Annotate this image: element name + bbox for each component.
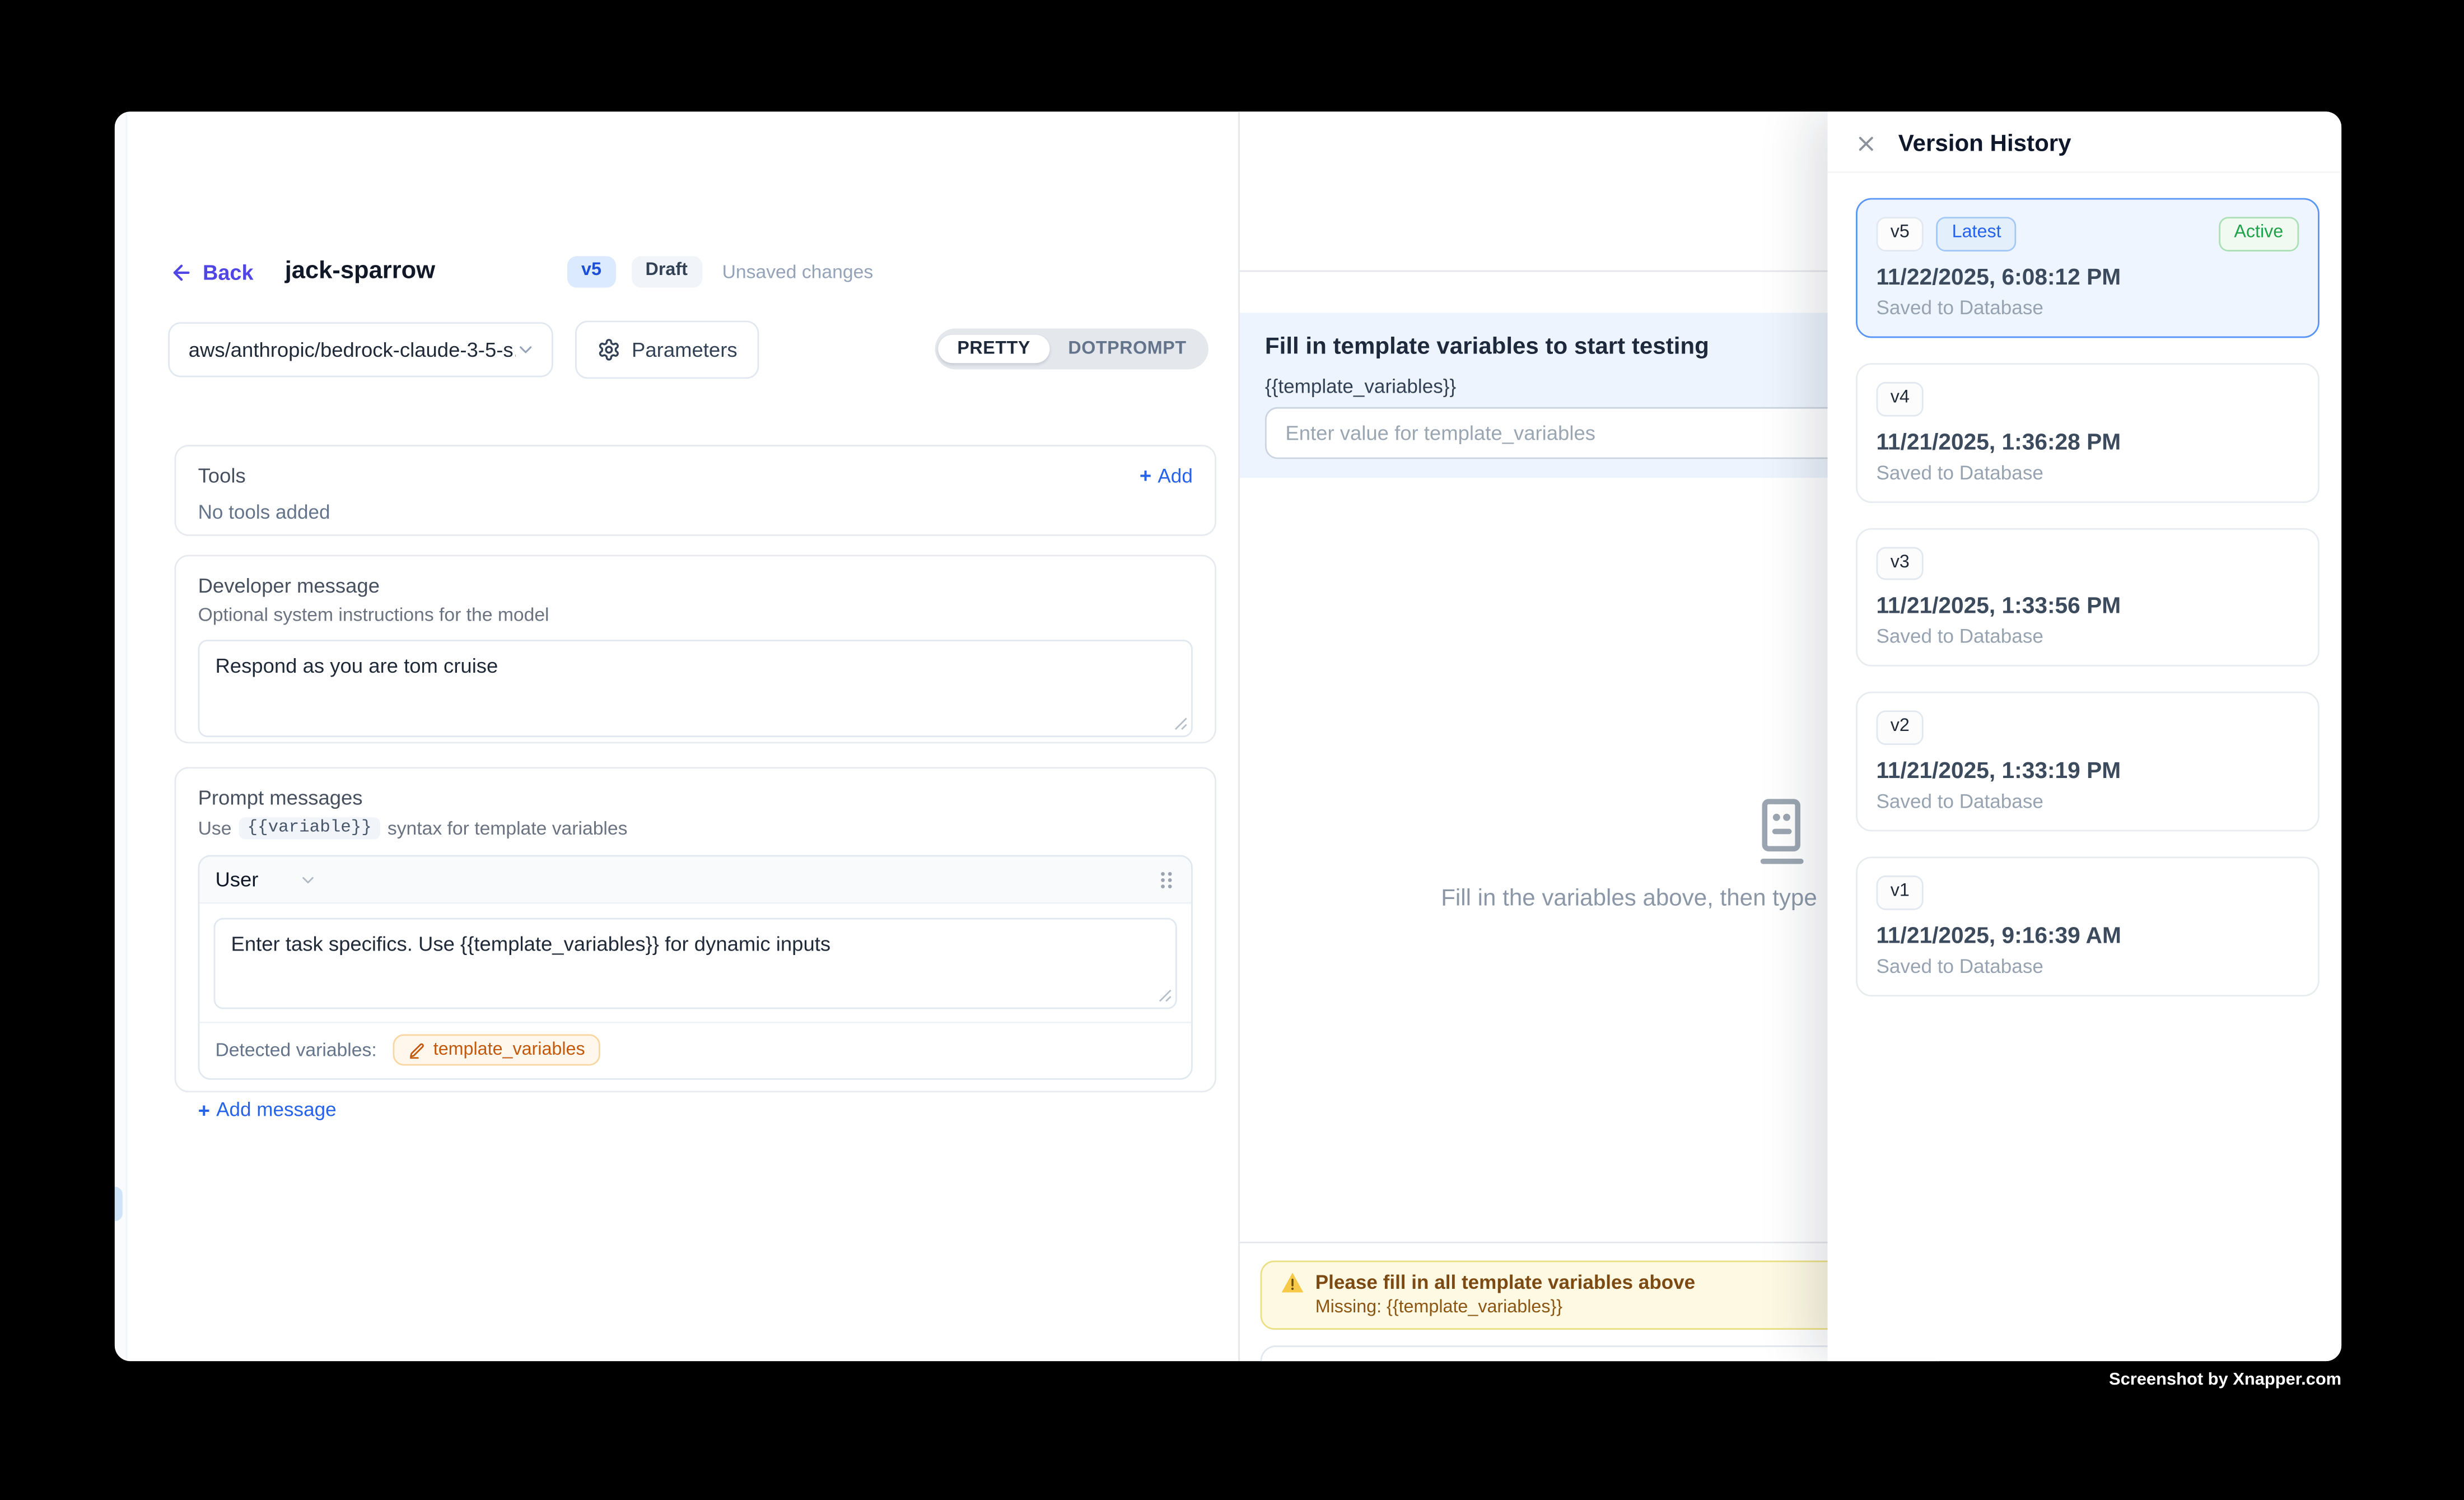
tools-title: Tools	[198, 464, 246, 487]
subtitle-suffix: syntax for template variables	[388, 817, 628, 839]
pencil-icon	[408, 1041, 426, 1059]
screenshot-stage: Back jack-sparrow v5 Draft Unsaved chang…	[0, 0, 2464, 1499]
message-input[interactable]: Enter task specifics. Use {{template_var…	[214, 918, 1177, 1009]
bot-face-icon	[1746, 797, 1815, 869]
arrow-left-icon	[170, 260, 193, 283]
version-chip: v2	[1877, 711, 1924, 745]
chevron-down-icon	[515, 339, 535, 359]
developer-message-input[interactable]: Respond as you are tom cruise	[198, 640, 1193, 737]
prompt-messages-title: Prompt messages	[198, 786, 1193, 809]
add-tool-button[interactable]: + Add	[1140, 464, 1193, 486]
version-chip: v3	[1877, 546, 1924, 580]
version-storage: Saved to Database	[1877, 956, 2299, 977]
version-chip: v5	[1877, 217, 1924, 251]
version-card-v3[interactable]: v3 11/21/2025, 1:33:56 PM Saved to Datab…	[1856, 528, 2320, 667]
warning-title: Please fill in all template variables ab…	[1315, 1271, 1695, 1293]
left-edge-pill	[115, 1187, 123, 1222]
plus-icon: +	[1140, 465, 1151, 486]
toggle-pretty[interactable]: PRETTY	[939, 335, 1049, 364]
left-edge-rail	[115, 111, 127, 1361]
app-window: Back jack-sparrow v5 Draft Unsaved chang…	[115, 111, 2341, 1361]
page-title: jack-sparrow	[285, 258, 435, 286]
parameters-button[interactable]: Parameters	[575, 320, 759, 378]
version-badge: v5	[567, 257, 615, 288]
developer-message-subtitle: Optional system instructions for the mod…	[198, 604, 1193, 626]
version-chip: v1	[1877, 876, 1924, 910]
detected-variables-label: Detected variables:	[215, 1039, 376, 1061]
editor-toolbar: aws/anthropic/bedrock-claude-3-5-s... Pa…	[168, 320, 1210, 377]
toggle-dotprompt[interactable]: DOTPROMPT	[1049, 335, 1206, 364]
detected-variable-chip[interactable]: template_variables	[393, 1034, 601, 1065]
editor-header: Back jack-sparrow v5 Draft Unsaved chang…	[170, 253, 873, 291]
active-badge: Active	[2218, 217, 2299, 251]
message-header: User	[199, 856, 1191, 903]
close-icon[interactable]	[1852, 131, 1878, 156]
prompt-editor-column: Back jack-sparrow v5 Draft Unsaved chang…	[127, 111, 1238, 1361]
gear-icon	[597, 337, 620, 361]
prompt-messages-card: Prompt messages Use {{variable}} syntax …	[174, 767, 1216, 1092]
version-card-v4[interactable]: v4 11/21/2025, 1:36:28 PM Saved to Datab…	[1856, 363, 2320, 502]
version-storage: Saved to Database	[1877, 297, 2299, 319]
empty-state-text: Fill in the variables above, then type	[1441, 885, 1817, 912]
version-chip: v4	[1877, 381, 1924, 416]
version-timestamp: 11/22/2025, 6:08:12 PM	[1877, 265, 2299, 291]
add-message-label: Add message	[216, 1098, 336, 1120]
draft-badge: Draft	[631, 257, 702, 288]
developer-message-card: Developer message Optional system instru…	[174, 555, 1216, 744]
version-timestamp: 11/21/2025, 1:36:28 PM	[1877, 430, 2299, 455]
version-timestamp: 11/21/2025, 1:33:19 PM	[1877, 760, 2299, 785]
tools-card: Tools + Add No tools added	[174, 445, 1216, 536]
prompt-messages-subtitle: Use {{variable}} syntax for template var…	[198, 817, 1193, 839]
parameters-label: Parameters	[632, 337, 738, 361]
latest-badge: Latest	[1936, 217, 2017, 251]
add-tool-label: Add	[1158, 464, 1192, 486]
version-history-title: Version History	[1898, 131, 2071, 157]
variable-syntax-chip: {{variable}}	[239, 817, 379, 839]
version-timestamp: 11/21/2025, 1:33:56 PM	[1877, 595, 2299, 620]
detected-variables-row: Detected variables: template_variables	[199, 1022, 1191, 1078]
warning-detail: Missing: {{template_variables}}	[1315, 1298, 1916, 1317]
version-list: v5 Latest Active 11/22/2025, 6:08:12 PM …	[1828, 173, 2342, 996]
subtitle-prefix: Use	[198, 817, 232, 839]
back-button[interactable]: Back	[170, 260, 254, 283]
message-block: User Enter task specifics. Use {{templat…	[198, 855, 1193, 1080]
warning-triangle-icon	[1281, 1271, 1304, 1293]
version-history-header: Version History	[1828, 111, 2342, 173]
view-mode-toggle: PRETTY DOTPROMPT	[935, 328, 1208, 369]
chevron-down-icon	[299, 870, 318, 889]
version-card-v2[interactable]: v2 11/21/2025, 1:33:19 PM Saved to Datab…	[1856, 692, 2320, 832]
drag-handle-icon[interactable]	[1156, 868, 1175, 890]
add-message-button[interactable]: + Add message	[198, 1098, 337, 1120]
version-storage: Saved to Database	[1877, 462, 2299, 483]
version-timestamp: 11/21/2025, 9:16:39 AM	[1877, 924, 2299, 949]
role-select-value: User	[215, 868, 258, 891]
model-select[interactable]: aws/anthropic/bedrock-claude-3-5-s...	[168, 322, 553, 376]
developer-message-title: Developer message	[198, 574, 1193, 597]
version-storage: Saved to Database	[1877, 791, 2299, 813]
message-body: Enter task specifics. Use {{template_var…	[199, 904, 1191, 1022]
plus-icon: +	[198, 1100, 210, 1120]
badge-group: v5 Draft Unsaved changes	[567, 257, 873, 288]
role-select[interactable]: User	[215, 868, 318, 891]
version-card-v1[interactable]: v1 11/21/2025, 9:16:39 AM Saved to Datab…	[1856, 857, 2320, 996]
back-label: Back	[203, 260, 254, 283]
version-storage: Saved to Database	[1877, 626, 2299, 648]
model-select-value: aws/anthropic/bedrock-claude-3-5-s...	[189, 337, 516, 361]
version-card-v5[interactable]: v5 Latest Active 11/22/2025, 6:08:12 PM …	[1856, 198, 2320, 338]
watermark-text: Screenshot by Xnapper.com	[1870, 1371, 2341, 1390]
detected-variable-name: template_variables	[433, 1041, 585, 1060]
tools-empty-text: No tools added	[198, 501, 1193, 523]
unsaved-changes-text: Unsaved changes	[722, 261, 874, 283]
version-history-drawer: Version History v5 Latest Active 11/22/2…	[1828, 111, 2342, 1361]
